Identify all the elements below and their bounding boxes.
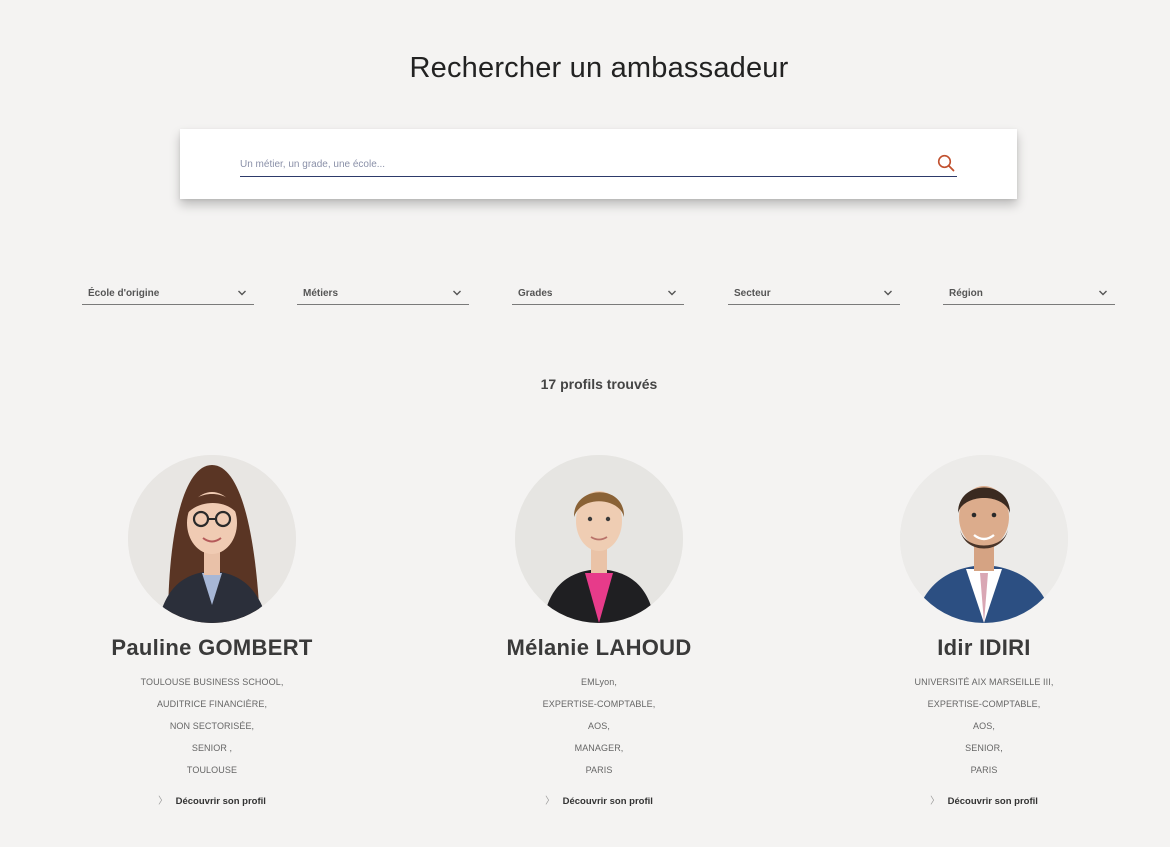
profile-region: TOULOUSE [186,765,238,775]
filter-label: Secteur [734,288,771,299]
filter-label: Région [949,288,983,299]
profile-job: AUDITRICE FINANCIÈRE, [156,699,268,709]
profile-job: EXPERTISE-COMPTABLE, [927,699,1041,709]
results-count: 17 profils trouvés [540,376,658,392]
profile-sector: NON SECTORISÉE, [169,721,255,731]
profile-name: Idir IDIRI [937,635,1031,660]
filter-label: Grades [518,288,553,299]
profile-region: PARIS [970,765,998,775]
profile-grade: MANAGER, [574,743,624,753]
chevron-down-icon [668,290,676,296]
search-field [240,153,957,177]
profile-grade: SENIOR, [965,743,1003,753]
chevron-down-icon [1099,290,1107,296]
search-icon [937,154,955,171]
profile-school: TOULOUSE BUSINESS SCHOOL, [140,677,284,687]
chevron-right-icon: 〉 [545,796,555,807]
profile-details: TOULOUSE BUSINESS SCHOOL, AUDITRICE FINA… [62,671,362,781]
search-input[interactable] [240,153,920,175]
profile-school: EMLyon, [581,677,617,687]
filter-secteur[interactable]: Secteur [728,284,900,305]
filter-label: École d'origine [88,288,160,299]
profile-grade: SENIOR , [191,743,233,753]
chevron-down-icon [238,290,246,296]
profile-name: Mélanie LAHOUD [506,635,692,660]
filter-ecole[interactable]: École d'origine [82,284,254,305]
profile-card: Mélanie LAHOUD EMLyon, EXPERTISE-COMPTAB… [449,455,749,809]
link-label: Découvrir son profil [562,796,653,807]
avatar[interactable] [515,455,683,623]
chevron-down-icon [453,290,461,296]
profile-card: Pauline GOMBERT TOULOUSE BUSINESS SCHOOL… [62,455,362,809]
profile-photo [128,455,296,623]
profile-details: UNIVERSITÉ AIX MARSEILLE III, EXPERTISE-… [834,671,1134,781]
search-panel [180,129,1017,199]
search-button[interactable] [935,153,957,175]
filter-grades[interactable]: Grades [512,284,684,305]
profile-photo [515,455,683,623]
profile-card: Idir IDIRI UNIVERSITÉ AIX MARSEILLE III,… [834,455,1134,809]
avatar[interactable] [900,455,1068,623]
page-title: Rechercher un ambassadeur [409,52,789,84]
link-label: Découvrir son profil [175,796,266,807]
filter-label: Métiers [303,288,339,299]
link-label: Découvrir son profil [947,796,1038,807]
discover-profile-link[interactable]: 〉 Découvrir son profil [158,793,266,807]
chevron-down-icon [884,290,892,296]
chevron-right-icon: 〉 [930,796,940,807]
profile-details: EMLyon, EXPERTISE-COMPTABLE, AOS, MANAGE… [449,671,749,781]
profile-name: Pauline GOMBERT [111,635,313,660]
filter-bar: École d'origine Métiers Grades Secteur R… [0,284,1170,306]
discover-profile-link[interactable]: 〉 Découvrir son profil [545,793,653,807]
profile-photo [900,455,1068,623]
discover-profile-link[interactable]: 〉 Découvrir son profil [930,793,1038,807]
profile-job: EXPERTISE-COMPTABLE, [542,699,656,709]
chevron-right-icon: 〉 [158,796,168,807]
filter-region[interactable]: Région [943,284,1115,305]
profile-sector: AOS, [588,721,610,731]
profile-sector: AOS, [973,721,995,731]
profile-region: PARIS [585,765,613,775]
filter-metiers[interactable]: Métiers [297,284,469,305]
profile-school: UNIVERSITÉ AIX MARSEILLE III, [914,677,1054,687]
avatar[interactable] [128,455,296,623]
